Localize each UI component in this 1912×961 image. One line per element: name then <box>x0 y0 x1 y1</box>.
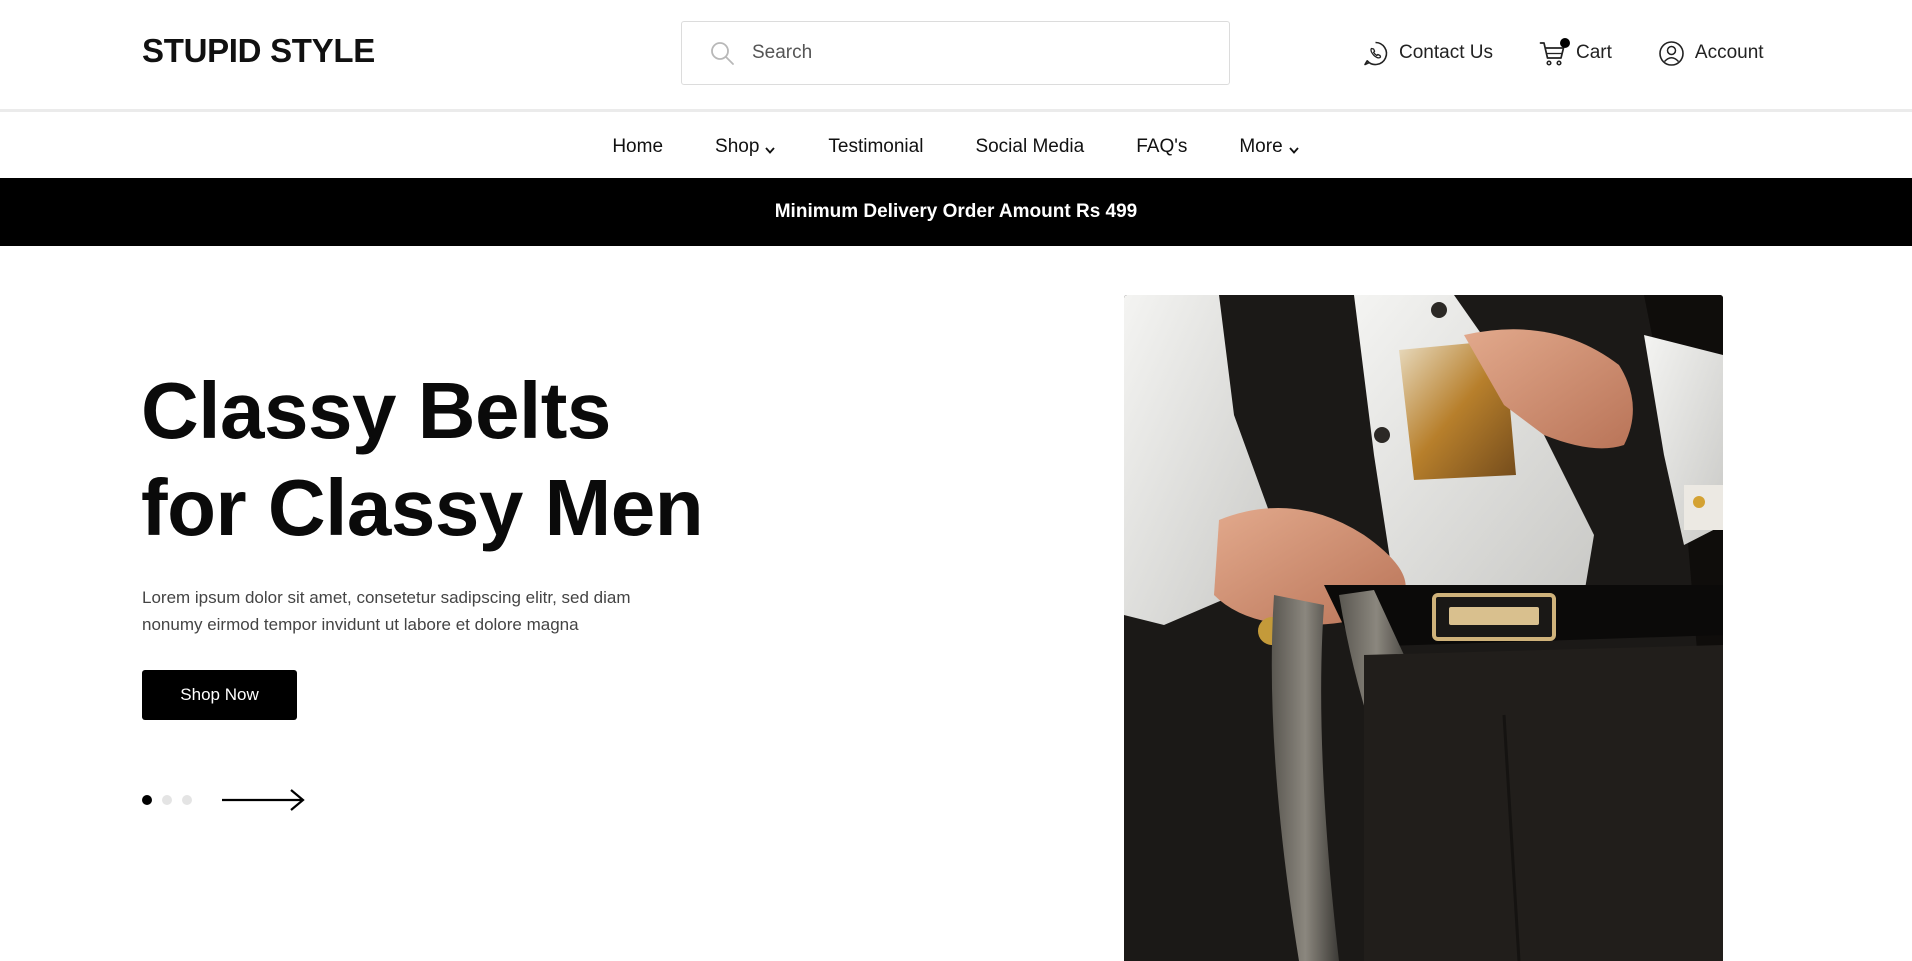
chevron-down-icon <box>765 146 776 154</box>
nav-item-label: Social Media <box>975 135 1085 157</box>
nav-item-more[interactable]: More <box>1239 136 1299 158</box>
carousel-dot-1[interactable] <box>142 795 152 805</box>
announcement-bar: Minimum Delivery Order Amount Rs 499 <box>0 178 1912 246</box>
carousel-dots <box>142 795 202 805</box>
whatsapp-icon <box>1364 41 1388 65</box>
nav-item-label: Home <box>612 135 664 157</box>
cart-label: Cart <box>1575 42 1612 63</box>
account-link[interactable]: Account <box>1658 40 1764 67</box>
user-circle-icon <box>1659 40 1684 66</box>
nav-item-home[interactable]: Home <box>612 136 663 158</box>
shop-now-button[interactable]: Shop Now <box>142 670 297 720</box>
nav-item-label: FAQ's <box>1136 135 1188 157</box>
nav-item-label: Testimonial <box>828 135 924 157</box>
announcement-text: Minimum Delivery Order Amount Rs 499 <box>774 201 1138 222</box>
hero-image <box>1124 295 1723 961</box>
contact-us-link[interactable]: Contact Us <box>1362 40 1493 67</box>
chevron-down-icon <box>1288 146 1299 154</box>
search-icon <box>711 42 734 65</box>
nav-item-shop[interactable]: Shop <box>715 136 776 158</box>
carousel-dot-2[interactable] <box>162 795 172 805</box>
hero-title: Classy Belts for Classy Men <box>141 362 841 556</box>
arrow-right-icon[interactable] <box>220 788 306 812</box>
nav-item-label: Shop <box>715 135 760 157</box>
account-label: Account <box>1694 42 1764 63</box>
hero-photo-illustration <box>1124 295 1723 961</box>
main-nav: Home Shop Testimonial Social Media FAQ's… <box>0 115 1912 178</box>
cart-notification-dot <box>1559 37 1570 48</box>
header-actions: Contact Us Cart Account <box>1362 37 1764 68</box>
nav-item-label: More <box>1239 135 1283 157</box>
nav-item-faqs[interactable]: FAQ's <box>1136 136 1187 158</box>
search-input[interactable] <box>752 42 1192 64</box>
nav-item-social-media[interactable]: Social Media <box>975 136 1084 158</box>
hero-description: Lorem ipsum dolor sit amet, consetetur s… <box>142 588 631 634</box>
contact-us-label: Contact Us <box>1399 42 1493 63</box>
brand-logo[interactable]: STUPID STYLE <box>142 32 375 70</box>
site-header: STUPID STYLE Contact Us Cart <box>0 0 1912 112</box>
cart-link[interactable]: Cart <box>1539 37 1612 67</box>
hero-title-line-2: for Classy Men <box>141 463 704 552</box>
carousel-dot-3[interactable] <box>182 795 192 805</box>
search-box[interactable] <box>681 21 1230 85</box>
hero-title-line-1: Classy Belts <box>141 366 611 455</box>
nav-item-testimonial[interactable]: Testimonial <box>828 136 923 158</box>
